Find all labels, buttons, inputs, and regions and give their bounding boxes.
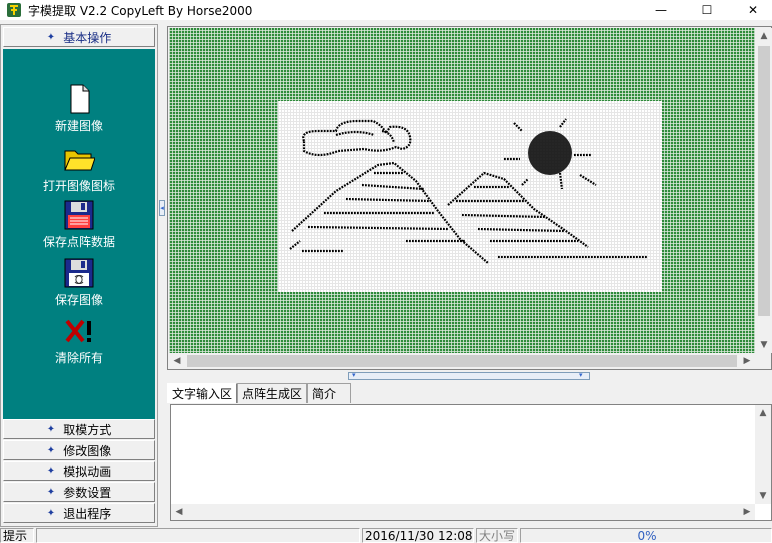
diamond-icon: ✦ (46, 423, 56, 435)
tab-intro[interactable]: 简介 (307, 383, 352, 403)
landscape-drawing (289, 118, 648, 264)
collapse-arrow-icon[interactable]: ▾ (579, 371, 583, 379)
scroll-left-icon[interactable]: ◀ (171, 504, 187, 520)
status-message (36, 528, 360, 543)
title-bar: 字模提取 V2.2 CopyLeft By Horse2000 — ☐ ✕ (0, 0, 772, 20)
status-bar: 提示 2016/11/30 12:08:32 大小写 0% (0, 527, 772, 543)
scrollbar-thumb[interactable] (187, 355, 737, 367)
text-vertical-scrollbar[interactable]: ▲ ▼ (755, 405, 771, 504)
diamond-icon: ✦ (46, 486, 56, 498)
tool-label: 打开图像图标 (42, 179, 115, 193)
group-label: 修改图像 (63, 443, 112, 458)
group-header-basic-ops[interactable]: ✦ 基本操作 (3, 27, 155, 47)
group-header-sampling[interactable]: ✦ 取模方式 (3, 419, 155, 439)
scroll-up-icon[interactable]: ▲ (756, 28, 772, 44)
bitmap-image[interactable] (278, 101, 662, 292)
save-image-tool[interactable]: 保存图像 (3, 257, 155, 308)
group-header-settings[interactable]: ✦ 参数设置 (3, 482, 155, 502)
status-timestamp: 2016/11/30 12:08:32 (362, 528, 474, 543)
diamond-icon: ✦ (46, 444, 56, 456)
maximize-button[interactable]: ☐ (684, 0, 730, 20)
new-image-tool[interactable]: 新建图像 (3, 83, 155, 134)
tool-panel: 新建图像 打开图像图标 保存点阵数据 保存图像 清除所有 (3, 49, 155, 419)
group-label: 参数设置 (63, 485, 112, 500)
dot-matrix-canvas-area: ▲ ▼ ◀ ▶ (167, 26, 772, 370)
open-folder-icon (64, 150, 95, 171)
tab-bar: 文字输入区 点阵生成区 简介 (167, 383, 352, 403)
canvas-vertical-scrollbar[interactable]: ▲ ▼ (756, 28, 772, 353)
scroll-right-icon[interactable]: ▶ (739, 353, 755, 369)
horizontal-splitter[interactable]: ▾ ▾ (348, 371, 590, 380)
diamond-icon: ✦ (46, 507, 56, 519)
status-hint: 提示 (0, 528, 34, 543)
status-progress: 0% (520, 528, 772, 543)
new-file-icon (70, 84, 90, 114)
scroll-up-icon[interactable]: ▲ (755, 405, 771, 421)
group-header-exit[interactable]: ✦ 退出程序 (3, 503, 155, 523)
group-label: 模拟动画 (63, 464, 112, 479)
scroll-down-icon[interactable]: ▼ (756, 337, 772, 353)
text-input-area[interactable]: ▲ ▼ ◀ ▶ (170, 404, 772, 521)
vertical-splitter[interactable]: ◂ (158, 24, 166, 527)
save-image-icon (64, 258, 94, 288)
diamond-icon: ✦ (46, 31, 56, 43)
canvas-horizontal-scrollbar[interactable]: ◀ ▶ (169, 353, 755, 369)
clear-all-tool[interactable]: 清除所有 (3, 315, 155, 366)
tool-label: 保存点阵数据 (42, 235, 115, 249)
collapse-arrow-icon[interactable]: ▾ (352, 371, 356, 379)
group-label: 基本操作 (63, 30, 112, 45)
tab-matrix-output[interactable]: 点阵生成区 (237, 383, 308, 403)
close-button[interactable]: ✕ (730, 0, 772, 20)
open-image-tool[interactable]: 打开图像图标 (3, 143, 155, 194)
diamond-icon: ✦ (46, 465, 56, 477)
save-data-icon (64, 200, 94, 230)
scrollbar-thumb[interactable] (758, 46, 770, 316)
tool-label: 清除所有 (54, 351, 103, 365)
tool-label: 新建图像 (54, 119, 103, 133)
tool-label: 保存图像 (54, 293, 103, 307)
window-title: 字模提取 V2.2 CopyLeft By Horse2000 (28, 3, 253, 18)
pixel-grid[interactable] (169, 28, 755, 353)
splitter-grip[interactable]: ◂ (159, 200, 165, 216)
tab-text-input[interactable]: 文字输入区 (167, 383, 238, 403)
group-header-modify-image[interactable]: ✦ 修改图像 (3, 440, 155, 460)
scroll-left-icon[interactable]: ◀ (169, 353, 185, 369)
scroll-right-icon[interactable]: ▶ (739, 504, 755, 520)
save-data-tool[interactable]: 保存点阵数据 (3, 199, 155, 250)
clear-all-icon (65, 319, 91, 343)
sidebar: ✦ 基本操作 新建图像 打开图像图标 保存点阵数据 保存图像 清除所有 ✦ 取模… (0, 24, 158, 527)
scroll-down-icon[interactable]: ▼ (755, 488, 771, 504)
app-icon (7, 3, 21, 17)
text-horizontal-scrollbar[interactable]: ◀ ▶ (171, 504, 755, 520)
status-caps-lock: 大小写 (476, 528, 518, 543)
minimize-button[interactable]: — (638, 0, 684, 20)
group-header-animation[interactable]: ✦ 模拟动画 (3, 461, 155, 481)
group-label: 退出程序 (63, 506, 112, 521)
group-label: 取模方式 (63, 422, 112, 437)
